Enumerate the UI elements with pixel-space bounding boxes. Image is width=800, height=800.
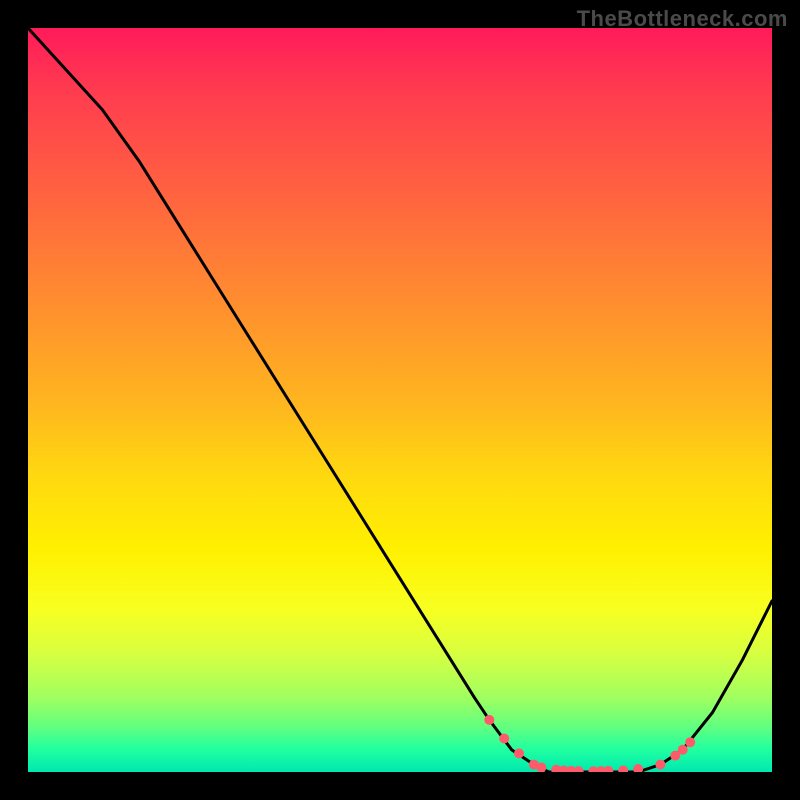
chart-frame: TheBottleneck.com (0, 0, 800, 800)
marker-dot (484, 715, 494, 725)
marker-dot (655, 760, 665, 770)
watermark-text: TheBottleneck.com (577, 6, 788, 32)
marker-dot (574, 766, 584, 772)
marker-dot (514, 748, 524, 758)
marker-dot (678, 745, 688, 755)
marker-dot (633, 764, 643, 772)
chart-svg (28, 28, 772, 772)
marker-dot (618, 766, 628, 773)
plot-area (28, 28, 772, 772)
marker-dot (603, 766, 613, 772)
marker-dot (499, 734, 509, 744)
marker-dots (484, 715, 695, 772)
bottleneck-curve (28, 28, 772, 772)
marker-dot (685, 737, 695, 747)
